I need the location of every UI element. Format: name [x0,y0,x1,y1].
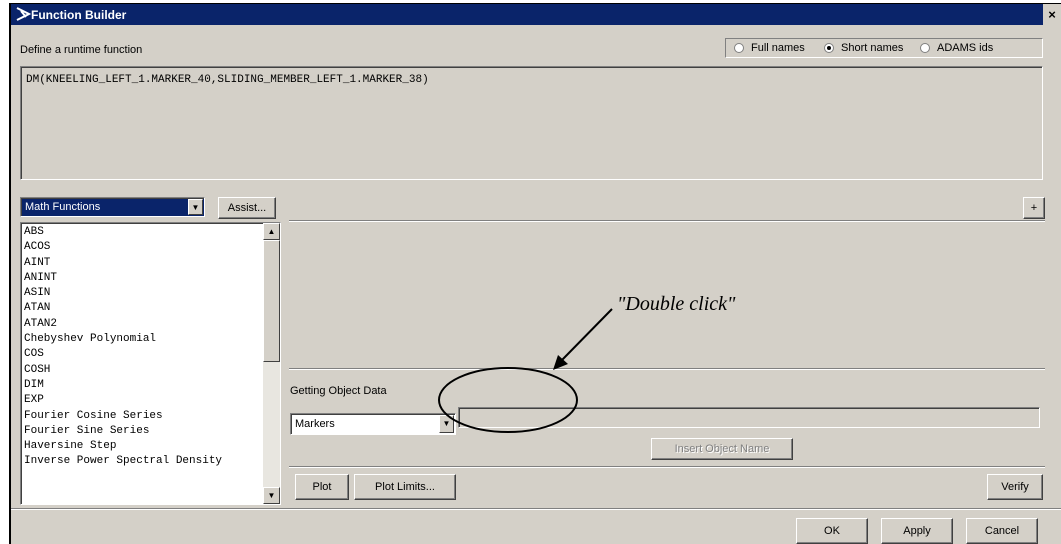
highlight-ellipse [438,367,578,433]
annotation-arrow-line [561,308,613,361]
annotation-overlay [438,308,613,433]
